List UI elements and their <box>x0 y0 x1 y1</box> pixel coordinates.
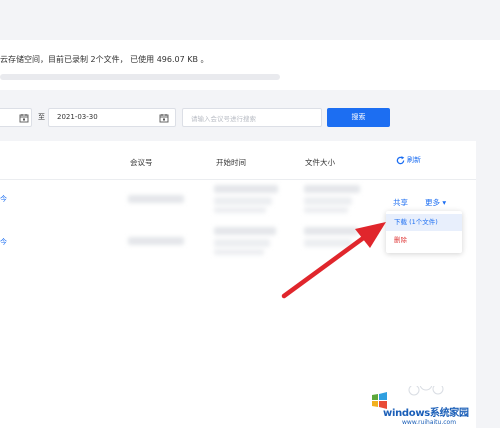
storage-usage-text: 云存储空间，目前已录制 2个文件， 已使用 496.07 KB 。 <box>0 55 209 64</box>
row-2-meeting-id-redacted <box>128 237 184 245</box>
watermark-url: www.ruihaitu.com <box>402 419 457 426</box>
row-1-start-time-redacted <box>214 185 278 193</box>
search-placeholder: 请输入会议号进行搜索 <box>191 115 256 123</box>
meeting-search-input[interactable]: 请输入会议号进行搜索 <box>182 108 322 127</box>
row-2-file-size-redacted <box>304 239 352 247</box>
row-1-file-size-redacted <box>304 197 352 205</box>
calendar-icon[interactable] <box>159 113 169 123</box>
refresh-button[interactable]: 刷新 <box>396 155 421 165</box>
more-dropdown-trigger[interactable]: 更多 ▾ <box>425 197 446 208</box>
start-date-input[interactable] <box>0 108 32 127</box>
row-1-file-size-redacted <box>304 185 360 193</box>
storage-progress-bar <box>0 74 280 80</box>
menu-item-download[interactable]: 下载 (1个文件) <box>386 214 462 231</box>
row-1-start-time-redacted <box>214 207 266 213</box>
row-1-start-time-redacted <box>214 197 272 205</box>
end-date-input[interactable]: 2021-03-30 <box>48 108 176 127</box>
end-date-value: 2021-03-30 <box>57 113 98 121</box>
date-range-separator: 至 <box>38 113 45 121</box>
row-2-file-size-redacted <box>304 227 358 235</box>
column-header-meeting-id: 会议号 <box>130 158 153 167</box>
row-2-name[interactable]: 今 <box>0 237 7 247</box>
refresh-icon <box>396 155 405 164</box>
share-button[interactable]: 共享 <box>393 197 408 208</box>
refresh-label: 刷新 <box>407 156 421 164</box>
row-1-file-size-redacted <box>304 207 348 213</box>
menu-item-delete[interactable]: 删除 <box>386 232 462 249</box>
row-2-start-time-redacted <box>214 249 264 255</box>
column-header-start-time: 开始时间 <box>216 158 246 167</box>
search-button[interactable]: 搜索 <box>327 108 390 127</box>
recordings-table: 会议号 开始时间 文件大小 刷新 今 今 <box>0 141 476 428</box>
row-2-start-time-redacted <box>214 239 270 247</box>
row-1-meeting-id-redacted <box>128 195 184 203</box>
header-divider <box>0 179 476 180</box>
storage-card: 云存储空间，目前已录制 2个文件， 已使用 496.07 KB 。 <box>0 40 500 90</box>
watermark-brand: windows系统家园 <box>383 408 469 419</box>
row-1-name[interactable]: 今 <box>0 194 7 204</box>
calendar-icon[interactable] <box>19 113 29 123</box>
column-header-file-size: 文件大小 <box>305 158 335 167</box>
row-2-start-time-redacted <box>214 227 276 235</box>
more-actions-menu: 下载 (1个文件) 删除 <box>386 211 462 253</box>
